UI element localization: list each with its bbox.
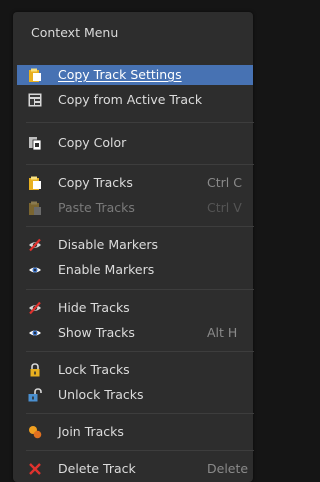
menu-item-label: Disable Markers xyxy=(58,237,159,252)
copy-from-active-icon xyxy=(28,93,42,107)
lock-open-icon xyxy=(28,388,42,402)
menu-item-label: Paste Tracks xyxy=(58,200,135,215)
menu-divider xyxy=(26,413,254,414)
menu-divider xyxy=(26,226,254,227)
menu-item-label: Copy Tracks xyxy=(58,175,133,190)
eye-icon xyxy=(29,330,41,336)
lock-closed-icon xyxy=(30,363,40,377)
menu-item-label: Unlock Tracks xyxy=(58,387,144,402)
context-menu: Context Menu Copy Track Settings Copy fr… xyxy=(13,12,254,482)
menu-divider xyxy=(26,450,254,451)
menu-divider xyxy=(26,164,254,165)
menu-item-hide-tracks[interactable]: Hide Tracks xyxy=(17,298,253,318)
eye-disabled-icon xyxy=(29,238,41,252)
menu-item-lock-tracks[interactable]: Lock Tracks xyxy=(17,360,253,380)
copy-color-icon xyxy=(29,137,42,150)
clipboard-copy-icon xyxy=(29,68,41,82)
clipboard-paste-icon xyxy=(29,201,41,215)
menu-item-shortcut: Delete xyxy=(207,461,249,476)
menu-item-label: Enable Markers xyxy=(58,262,155,277)
clipboard-copy-icon xyxy=(29,176,41,190)
menu-item-unlock-tracks[interactable]: Unlock Tracks xyxy=(17,385,253,405)
menu-item-label: Copy Color xyxy=(58,135,127,150)
menu-item-delete-track[interactable]: Delete Track Delete xyxy=(17,459,253,479)
menu-title: Context Menu xyxy=(31,25,119,40)
menu-item-copy-track-settings[interactable]: Copy Track Settings xyxy=(17,65,253,85)
eye-hidden-icon xyxy=(29,301,41,315)
eye-icon xyxy=(29,267,41,273)
menu-item-paste-tracks[interactable]: Paste Tracks Ctrl V xyxy=(17,198,253,218)
menu-item-show-tracks[interactable]: Show Tracks Alt H xyxy=(17,323,253,343)
menu-item-shortcut: Alt H xyxy=(207,325,238,340)
delete-x-icon xyxy=(29,463,41,475)
menu-item-label: Show Tracks xyxy=(58,325,135,340)
menu-item-shortcut: Ctrl V xyxy=(207,200,242,215)
join-tracks-icon xyxy=(29,426,42,439)
menu-item-label: Join Tracks xyxy=(58,424,124,439)
menu-item-enable-markers[interactable]: Enable Markers xyxy=(17,260,253,280)
menu-item-label: Copy Track Settings xyxy=(58,67,182,82)
menu-item-label: Lock Tracks xyxy=(58,362,130,377)
menu-item-copy-from-active-track[interactable]: Copy from Active Track xyxy=(17,90,253,110)
menu-item-copy-color[interactable]: Copy Color xyxy=(17,133,253,153)
menu-item-shortcut: Ctrl C xyxy=(207,175,242,190)
menu-divider xyxy=(26,122,254,123)
menu-divider xyxy=(26,351,254,352)
menu-item-disable-markers[interactable]: Disable Markers xyxy=(17,235,253,255)
menu-divider xyxy=(26,289,254,290)
menu-item-join-tracks[interactable]: Join Tracks xyxy=(17,422,253,442)
menu-item-copy-tracks[interactable]: Copy Tracks Ctrl C xyxy=(17,173,253,193)
menu-item-label: Hide Tracks xyxy=(58,300,130,315)
menu-item-label: Copy from Active Track xyxy=(58,92,203,107)
menu-item-label: Delete Track xyxy=(58,461,136,476)
